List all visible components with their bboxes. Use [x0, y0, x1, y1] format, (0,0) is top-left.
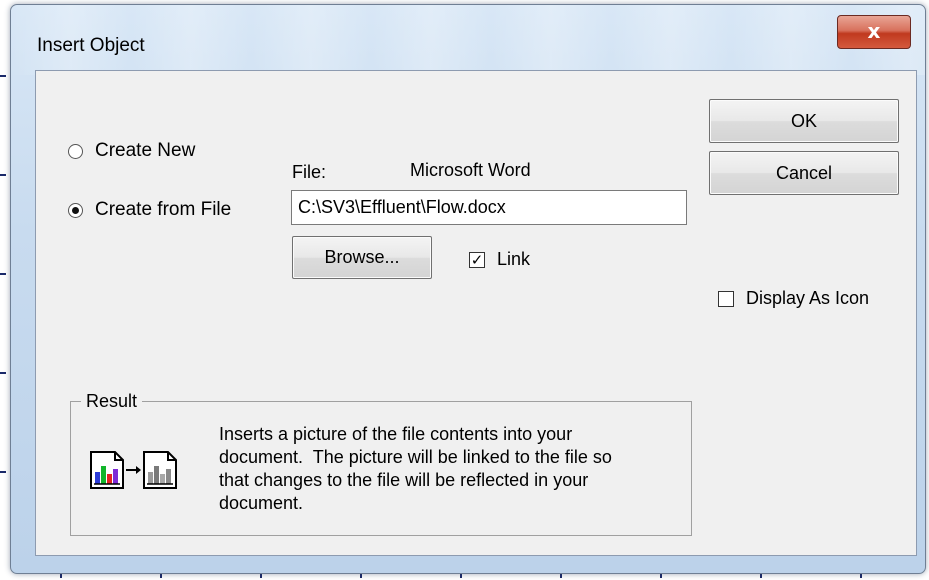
link-label: Link: [497, 249, 531, 269]
ruler-tick: [0, 174, 6, 176]
linked-picture-icon: [89, 450, 194, 495]
display-as-icon-checkbox[interactable]: [718, 290, 734, 307]
browse-button[interactable]: Browse...: [292, 236, 432, 279]
result-line: document.: [219, 493, 304, 513]
display-as-icon-option[interactable]: Display As Icon: [718, 288, 869, 309]
result-line: Inserts a picture of the file contents i…: [219, 424, 573, 444]
ruler-tick: [0, 372, 6, 374]
result-group-title: Result: [81, 391, 143, 412]
ruler-tick: [0, 471, 6, 473]
close-button[interactable]: x: [837, 15, 911, 49]
create-from-file-radio[interactable]: [68, 202, 83, 218]
ruler-tick: [0, 75, 6, 77]
display-as-icon-label: Display As Icon: [746, 288, 870, 308]
result-line: that changes to the file will be reflect…: [219, 470, 589, 490]
dialog-client-area: Create New Create from File File: Micros…: [35, 70, 917, 556]
insert-object-dialog: Insert Object x Create New Create from F…: [10, 4, 926, 574]
create-from-file-option[interactable]: Create from File: [68, 199, 231, 221]
close-icon: x: [867, 19, 881, 43]
link-option[interactable]: ✓ Link: [469, 249, 530, 270]
file-type-label: Microsoft Word: [410, 160, 531, 180]
result-group: Result Inserts a picture of the file con…: [70, 391, 692, 536]
link-checkbox[interactable]: ✓: [469, 251, 485, 268]
file-label: File:: [292, 162, 327, 182]
ok-button[interactable]: OK: [709, 99, 899, 143]
create-new-label: Create New: [95, 140, 196, 161]
ruler-tick: [0, 273, 6, 275]
file-path-input[interactable]: [291, 190, 687, 225]
cancel-button[interactable]: Cancel: [709, 151, 899, 195]
create-from-file-label: Create from File: [95, 199, 232, 220]
create-new-radio[interactable]: [68, 143, 83, 159]
result-description: Inserts a picture of the file contents i…: [219, 423, 689, 515]
result-line: document. The picture will be linked to …: [219, 447, 612, 467]
dialog-title: Insert Object: [37, 35, 145, 56]
create-new-option[interactable]: Create New: [68, 140, 195, 162]
